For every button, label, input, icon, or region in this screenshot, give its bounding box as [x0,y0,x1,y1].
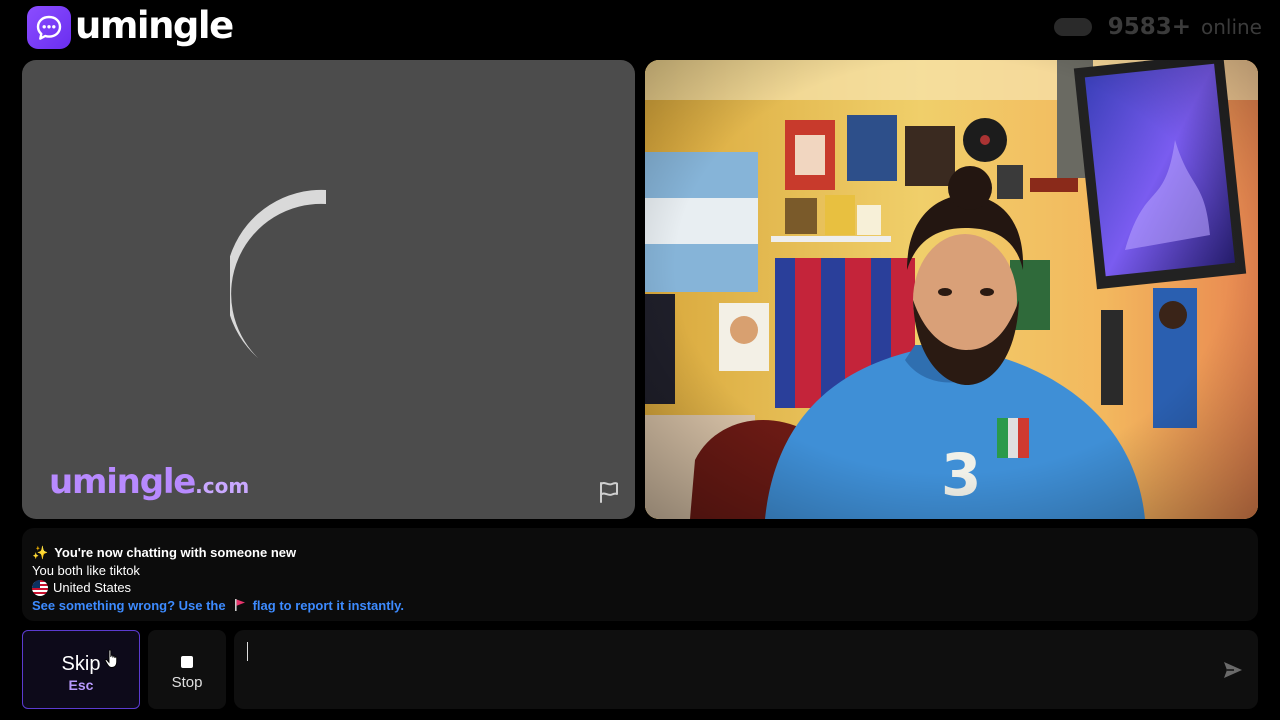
loading-spinner-icon [230,189,326,358]
report-text-after: flag to report it instantly. [252,597,405,613]
text-caret [247,642,248,661]
skip-label: Skip [61,653,101,675]
chat-log: ✨ You're now chatting with someone new Yo… [22,528,1258,621]
chat-bubble-icon [27,6,71,49]
watermark-suffix: .com [195,474,250,498]
system-message-new-chat: ✨ You're now chatting with someone new [32,544,1248,562]
watermark-main: umingle [49,462,196,502]
app-name: umingle [75,4,234,47]
theme-toggle[interactable] [1053,18,1092,36]
message-input[interactable] [246,640,1206,662]
webcam-feed: 3 [645,60,1258,519]
country-text: United States [53,580,132,595]
message-composer [234,630,1258,709]
app-logo[interactable]: umingle [27,4,234,49]
send-icon[interactable] [1222,659,1244,681]
hand-pointer-icon [104,649,118,668]
system-message-country: United States [32,579,1248,597]
report-text-before: See something wrong? Use the [32,597,226,613]
report-flag-icon[interactable] [597,480,621,504]
new-chat-text: You're now chatting with someone new [54,545,297,560]
site-watermark: umingle.com [49,462,249,502]
self-video-panel: 3 [645,60,1258,519]
skip-shortcut: Esc [68,677,94,693]
stop-label: Stop [171,674,203,691]
shared-interest-text: You both like tiktok [32,562,140,578]
stranger-video-panel: umingle.com [22,60,635,519]
stop-button[interactable]: Stop [148,630,226,709]
system-message-interest: You both like tiktok [32,562,1248,580]
skip-button[interactable]: Skip Esc [22,630,140,709]
stop-icon [181,656,193,668]
us-flag-icon [32,579,48,596]
online-count: 9583+ [1107,14,1191,40]
red-flag-icon [234,599,245,612]
report-hint: See something wrong? Use the flag to rep… [32,597,1248,615]
sparkles-icon: ✨ [32,545,49,560]
online-indicator: 9583+ online [1053,14,1262,40]
online-label: online [1200,15,1262,39]
